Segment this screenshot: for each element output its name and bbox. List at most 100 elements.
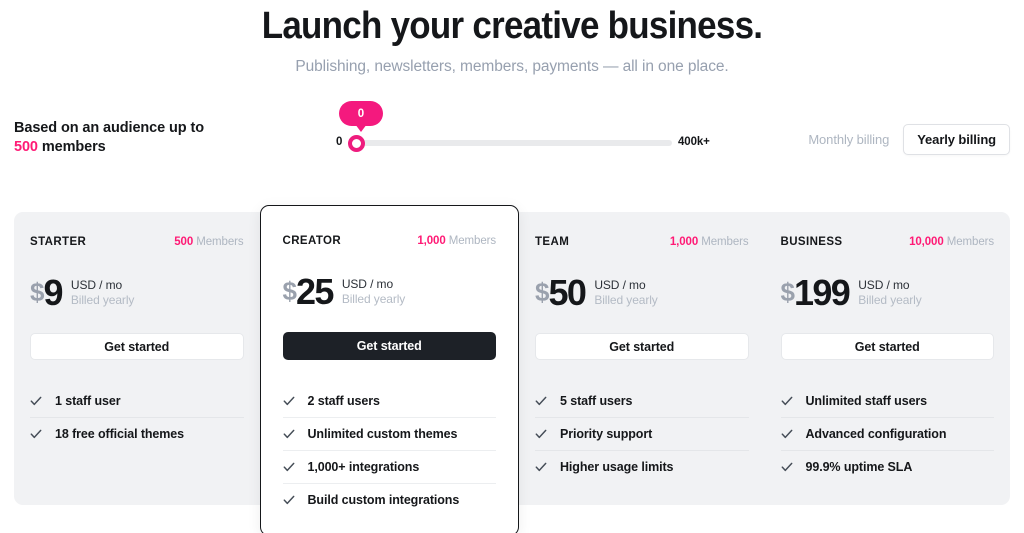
feature-label: 99.9% uptime SLA <box>805 460 913 474</box>
price-meta: USD / mo Billed yearly <box>858 273 922 308</box>
price-meta: USD / mo Billed yearly <box>594 273 658 308</box>
price-unit: USD / mo <box>70 278 123 292</box>
price-amount: 199 <box>793 272 851 313</box>
card-header: CREATOR 1,000 Members <box>283 235 497 253</box>
plan-members-count: 1,000 <box>669 236 699 248</box>
price-row: $9 USD / mo Billed yearly <box>30 273 244 315</box>
feature-item: 1 staff user <box>30 384 244 417</box>
check-icon <box>535 395 547 407</box>
price-meta: USD / mo Billed yearly <box>70 273 135 308</box>
plan-name: STARTER <box>30 236 87 248</box>
check-icon <box>30 428 42 440</box>
pricing-card-starter: STARTER 500 Members $9 USD / mo Billed yearl… <box>14 212 260 524</box>
audience-slider[interactable]: 0 0 400k+ <box>336 101 710 153</box>
plan-members-count: 500 <box>174 236 194 248</box>
controls-row: Based on an audience up to 500 members 0… <box>0 91 1024 171</box>
pricing-cards: STARTER 500 Members $9 USD / mo Billed yearl… <box>14 205 1011 533</box>
price-billed: Billed yearly <box>594 293 658 307</box>
price-row: $50 USD / mo Billed yearly <box>535 273 749 315</box>
plan-members-count: 10,000 <box>909 236 944 248</box>
feature-label: Priority support <box>560 427 653 441</box>
feature-label: Higher usage limits <box>560 460 674 474</box>
feature-item: 99.9% uptime SLA <box>780 450 994 483</box>
slider-value-tooltip: 0 <box>339 101 383 126</box>
get-started-button[interactable]: Get started <box>282 332 496 360</box>
card-header: TEAM 1,000 Members <box>535 236 749 254</box>
price-currency: $ <box>780 277 796 307</box>
get-started-button[interactable]: Get started <box>780 333 994 360</box>
page-subtitle: Publishing, newsletters, members, paymen… <box>295 58 729 75</box>
audience-summary: Based on an audience up to 500 members <box>14 119 204 157</box>
feature-item: Higher usage limits <box>535 450 749 483</box>
slider-track[interactable] <box>350 140 672 146</box>
check-icon <box>283 395 295 407</box>
hero-section: Launch your creative business. Publishin… <box>0 0 1024 77</box>
price-amount: 25 <box>295 271 334 312</box>
plan-members-label: Members <box>196 236 244 248</box>
check-icon <box>283 494 295 506</box>
plan-members: 1,000 Members <box>417 235 496 247</box>
billing-monthly-option[interactable]: Monthly billing <box>798 125 899 154</box>
check-icon <box>781 428 793 440</box>
feature-item: Build custom integrations <box>282 483 496 516</box>
price-billed: Billed yearly <box>341 292 406 306</box>
price-amount: 50 <box>548 272 586 313</box>
plan-members-label: Members <box>946 236 994 248</box>
feature-list: 1 staff user 18 free official themes <box>30 384 244 450</box>
feature-item: Priority support <box>535 417 749 450</box>
price-unit: USD / mo <box>858 278 910 292</box>
slider-max-label: 400k+ <box>678 136 710 148</box>
feature-label: 1 staff user <box>55 393 121 408</box>
check-icon <box>781 461 793 473</box>
plan-members-label: Members <box>448 235 496 247</box>
audience-suffix: members <box>41 139 106 155</box>
audience-prefix: Based on an audience up to <box>14 120 204 136</box>
slider-min-label: 0 <box>336 136 343 148</box>
feature-label: 5 staff users <box>560 393 633 408</box>
price-currency: $ <box>282 276 298 306</box>
check-icon <box>283 461 295 473</box>
get-started-button[interactable]: Get started <box>535 333 749 360</box>
pricing-page: Launch your creative business. Publishin… <box>0 0 1024 533</box>
feature-list: Unlimited staff users Advanced configurat… <box>780 384 994 483</box>
price-unit: USD / mo <box>341 277 394 291</box>
check-icon <box>283 428 295 440</box>
card-header: STARTER 500 Members <box>30 236 244 254</box>
feature-label: 2 staff users <box>307 393 380 408</box>
price-billed: Billed yearly <box>858 293 922 307</box>
check-icon <box>781 395 793 407</box>
feature-label: Advanced configuration <box>805 427 947 441</box>
billing-yearly-option[interactable]: Yearly billing <box>903 124 1010 155</box>
plan-name: BUSINESS <box>780 236 843 248</box>
feature-item: Unlimited custom themes <box>282 417 496 450</box>
plan-name: TEAM <box>535 236 570 248</box>
card-header: BUSINESS 10,000 Members <box>781 236 995 254</box>
price-amount: 9 <box>43 272 63 313</box>
billing-toggle[interactable]: Monthly billing Yearly billing <box>798 124 1010 155</box>
price-meta: USD / mo Billed yearly <box>341 272 406 307</box>
pricing-card-team: TEAM 1,000 Members $50 USD / mo Billed yearl… <box>519 212 765 524</box>
price-row: $25 USD / mo Billed yearly <box>283 272 497 314</box>
check-icon <box>535 461 547 473</box>
price-currency: $ <box>535 277 550 307</box>
check-icon <box>535 428 547 440</box>
plan-members: 10,000 Members <box>909 236 994 248</box>
price-unit: USD / mo <box>594 278 646 292</box>
price-currency: $ <box>30 277 45 307</box>
plan-members: 500 Members <box>174 236 243 248</box>
get-started-button[interactable]: Get started <box>30 333 244 360</box>
plan-members-label: Members <box>701 236 749 248</box>
feature-list: 5 staff users Priority support Higher usag… <box>535 384 749 483</box>
feature-item: Advanced configuration <box>780 417 994 450</box>
price-row: $199 USD / mo Billed yearly <box>781 273 995 315</box>
plan-members-count: 1,000 <box>417 235 446 247</box>
price-billed: Billed yearly <box>70 293 135 307</box>
feature-list: 2 staff users Unlimited custom themes 1,00… <box>282 384 497 516</box>
pricing-card-business: BUSINESS 10,000 Members $199 USD / mo Billed… <box>765 212 1011 524</box>
slider-handle[interactable]: 0 <box>339 101 383 152</box>
feature-item: 2 staff users <box>283 384 497 417</box>
pricing-card-creator: CREATOR 1,000 Members $25 USD / mo Billed ye… <box>259 205 519 533</box>
feature-item: 18 free official themes <box>30 417 244 450</box>
plan-members: 1,000 Members <box>670 236 749 248</box>
feature-label: Build custom integrations <box>307 493 460 507</box>
